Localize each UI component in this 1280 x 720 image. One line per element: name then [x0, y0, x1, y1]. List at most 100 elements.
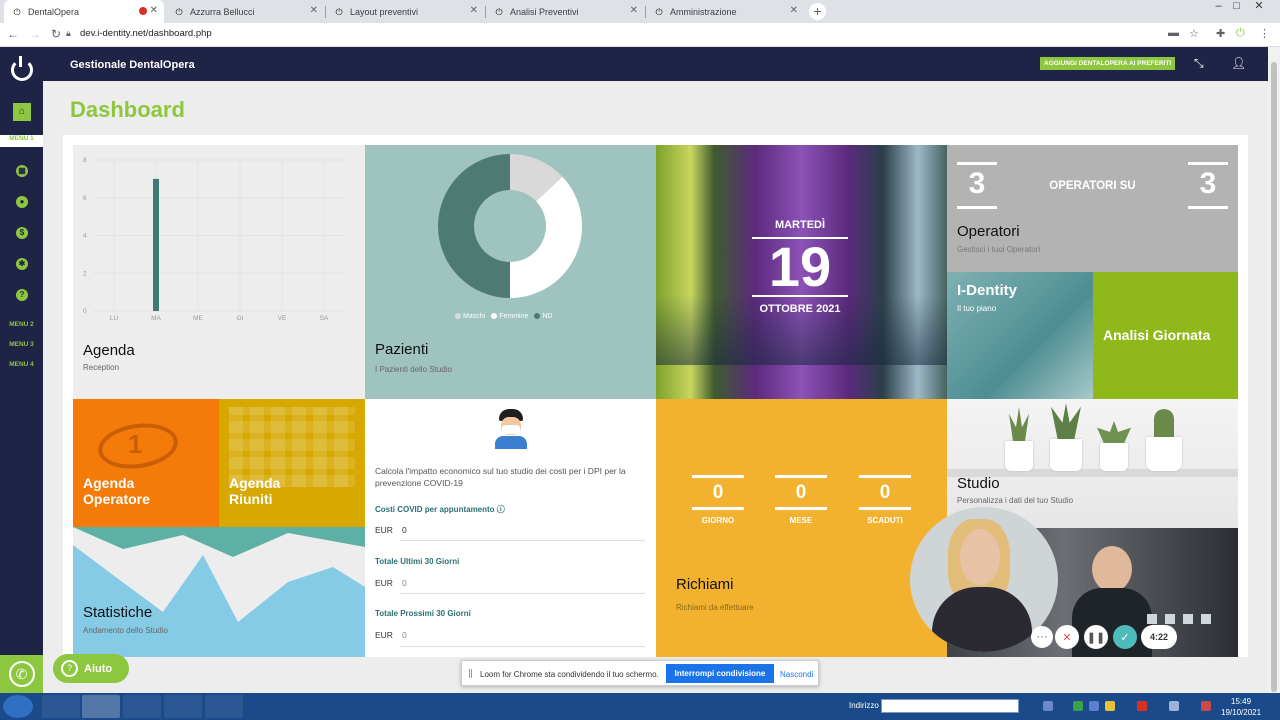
- tray-icon[interactable]: [1169, 701, 1179, 711]
- tile-agenda-riuniti[interactable]: Agenda Riuniti: [219, 399, 365, 527]
- help-icon[interactable]: ?: [16, 289, 28, 301]
- tile-title: Agenda Riuniti: [229, 475, 281, 507]
- next-30-days-currency: EUR: [375, 630, 393, 640]
- maximize-icon[interactable]: □: [1229, 0, 1244, 12]
- tab-layout-preventivi[interactable]: ⏻ Layout preventivi ✕: [326, 0, 484, 23]
- x-tick-label: SA: [320, 315, 329, 322]
- counter-mese: 0 MESE: [775, 475, 827, 525]
- window-close-icon[interactable]: ✕: [1247, 0, 1271, 12]
- sidebar-menu-1[interactable]: MENU 1: [0, 135, 43, 147]
- tray-icon[interactable]: [1043, 701, 1053, 711]
- loom-pause-icon[interactable]: ❚❚: [1084, 625, 1108, 649]
- tile-analisi-giornata[interactable]: Analisi Giornata: [1093, 272, 1238, 399]
- loom-finish-icon[interactable]: ✓: [1113, 625, 1137, 649]
- close-icon[interactable]: ✕: [150, 5, 158, 16]
- tray-icon[interactable]: [1105, 701, 1115, 711]
- page-scrollbar[interactable]: [1268, 47, 1280, 693]
- add-favorites-button[interactable]: AGGIUNGI DENTALOPERA AI PREFERITI: [1040, 57, 1176, 70]
- tab-amministrazione[interactable]: ⏻ Amministrazione ✕: [646, 0, 804, 23]
- date-day: 19: [768, 235, 832, 298]
- plant-icon: [1051, 403, 1081, 439]
- tray-icon[interactable]: [1201, 701, 1211, 711]
- hide-button[interactable]: Nascondi: [780, 670, 813, 679]
- counter-rule: [1188, 206, 1228, 209]
- tile-title: Studio: [957, 475, 1000, 492]
- operators-label: OPERATORI SU: [1049, 180, 1136, 192]
- close-icon[interactable]: ✕: [790, 5, 798, 16]
- dentalopera-logo-icon[interactable]: [11, 56, 33, 81]
- covid-cost-input[interactable]: 0: [402, 525, 407, 535]
- sidebar-menu-4[interactable]: MENU 4: [0, 361, 43, 373]
- compress-icon[interactable]: ⤡: [1194, 56, 1204, 71]
- power-icon: ⏻: [335, 6, 343, 17]
- minimize-icon[interactable]: –: [1211, 0, 1226, 12]
- tile-statistiche[interactable]: Statistiche Andamento dello Studio: [73, 527, 365, 657]
- start-button[interactable]: [3, 695, 33, 718]
- legend-item[interactable]: ND: [534, 313, 553, 320]
- calendar-icon[interactable]: ▦: [16, 165, 28, 177]
- tile-pazienti[interactable]: Pazienti I Pazienti dello Studio: [365, 145, 656, 399]
- tab-dentalopera[interactable]: ⏻ DentalOpera ✕: [4, 0, 164, 23]
- lock-icon: 🔒︎: [66, 28, 71, 38]
- user-icon[interactable]: ●: [16, 196, 28, 208]
- tile-subtitle: Richiami da effettuare: [676, 603, 754, 612]
- drag-handle-icon[interactable]: [469, 669, 472, 678]
- url-field[interactable]: dev.i-dentity.net/dashboard.php: [80, 28, 212, 39]
- outlook-taskbar-icon[interactable]: [205, 695, 243, 718]
- y-tick-label: 6: [83, 195, 87, 202]
- tile-subtitle: Andamento dello Studio: [83, 626, 168, 635]
- legend-item[interactable]: Femmine: [491, 313, 528, 320]
- legend-item[interactable]: Maschi: [455, 313, 485, 320]
- account-icon[interactable]: 👤︎: [1231, 56, 1246, 70]
- tab-analisi-preventivi[interactable]: ⏻ Analisi Preventivi ✕: [486, 0, 644, 23]
- tile-date: MARTEDÌ 19 OTTOBRE 2021: [656, 145, 947, 399]
- home-icon[interactable]: ⌂: [13, 103, 31, 121]
- explorer-taskbar-icon[interactable]: [123, 695, 161, 718]
- close-icon[interactable]: ✕: [470, 5, 478, 16]
- sidebar-menu-2[interactable]: MENU 2: [0, 321, 43, 333]
- new-tab-button[interactable]: +: [809, 3, 826, 20]
- covid-cost-currency: EUR: [375, 525, 393, 535]
- dentalopera-extension-icon[interactable]: ⏻: [1236, 27, 1245, 40]
- help-button[interactable]: ? Aiuto: [53, 654, 129, 683]
- tab-azzurra[interactable]: ⏻ Azzurra Bellucci ✕: [166, 0, 324, 23]
- tile-agenda-operatore[interactable]: 1 Agenda Operatore: [73, 399, 219, 527]
- counter-rule: [957, 206, 997, 209]
- tile-agenda[interactable]: 0 2 4 6 8 LU MA ME GI VE SA Agenda Reception: [73, 145, 365, 399]
- sidebar-menu-3[interactable]: MENU 3: [0, 341, 43, 353]
- tray-icon[interactable]: [1089, 701, 1099, 711]
- close-icon[interactable]: ✕: [630, 5, 638, 16]
- forward-icon[interactable]: →: [28, 27, 42, 41]
- reload-icon[interactable]: ↻: [49, 27, 63, 41]
- loom-cancel-icon[interactable]: ✕: [1055, 625, 1079, 649]
- chrome-taskbar-icon[interactable]: [82, 695, 120, 718]
- app-header: Gestionale DentalOpera AGGIUNGI DENTALOP…: [43, 47, 1268, 81]
- tile-operatori[interactable]: 3 OPERATORI SU 3 Operatori Gestisci i tu…: [947, 145, 1238, 272]
- extensions-icon[interactable]: ✚: [1216, 27, 1225, 40]
- loom-timer: 4:22: [1141, 625, 1177, 649]
- cast-icon[interactable]: ▬: [1168, 27, 1179, 39]
- scrollbar-thumb[interactable]: [1271, 62, 1277, 692]
- close-icon[interactable]: ✕: [310, 5, 318, 16]
- bookmark-star-icon[interactable]: ☆: [1189, 27, 1199, 40]
- taskbar-clock[interactable]: 15:49 19/10/2021: [1221, 696, 1261, 718]
- stop-sharing-button[interactable]: Interrompi condivisione: [666, 664, 774, 683]
- browser-menu-icon[interactable]: ⋮: [1259, 27, 1270, 40]
- tile-richiami[interactable]: 0 GIORNO 0 MESE 0 SCADUTI Richiami Richi…: [656, 399, 947, 657]
- bar-ma: [153, 178, 159, 311]
- gear-icon[interactable]: ✱: [16, 258, 28, 270]
- dollar-icon[interactable]: $: [16, 227, 28, 239]
- taskbar-address-input[interactable]: [881, 699, 1019, 713]
- tab-title: Analisi Preventivi: [510, 6, 579, 17]
- counter-giorno: 0 GIORNO: [692, 475, 744, 525]
- chromium-taskbar-icon[interactable]: [42, 695, 80, 718]
- tray-icon[interactable]: [1073, 701, 1083, 711]
- plant-icon: [1097, 421, 1131, 443]
- loom-more-icon[interactable]: ···: [1031, 626, 1053, 648]
- window-taskbar-icon[interactable]: [164, 695, 202, 718]
- tray-icon[interactable]: [1137, 701, 1147, 711]
- phone-button[interactable]: ✆: [0, 655, 43, 693]
- tile-identity[interactable]: I-Dentity Il tuo piano: [947, 272, 1093, 399]
- back-icon[interactable]: ←: [6, 27, 20, 41]
- input-underline: [400, 593, 645, 594]
